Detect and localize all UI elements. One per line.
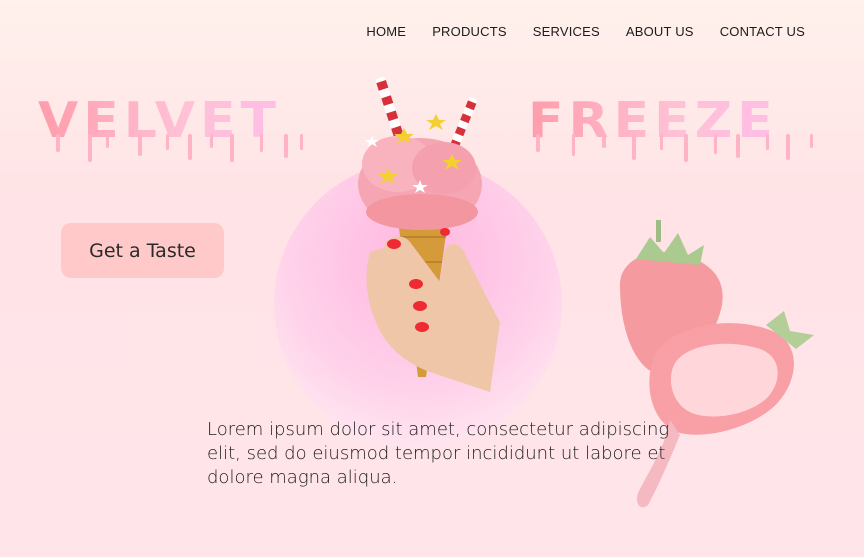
nav-contact-us[interactable]: CONTACT US: [720, 24, 805, 39]
ice-cream-cone-icon: [358, 76, 500, 392]
get-a-taste-button[interactable]: Get a Taste: [61, 223, 224, 278]
hero-description: Lorem ipsum dolor sit amet, consectetur …: [207, 419, 670, 488]
top-nav: HOME PRODUCTS SERVICES ABOUT US CONTACT …: [366, 24, 805, 39]
drip-decoration-left: [56, 134, 303, 162]
drip-decoration-right: [536, 134, 813, 162]
nav-home[interactable]: HOME: [366, 24, 406, 39]
nav-about-us[interactable]: ABOUT US: [626, 24, 694, 39]
nav-products[interactable]: PRODUCTS: [432, 24, 507, 39]
nav-services[interactable]: SERVICES: [533, 24, 600, 39]
